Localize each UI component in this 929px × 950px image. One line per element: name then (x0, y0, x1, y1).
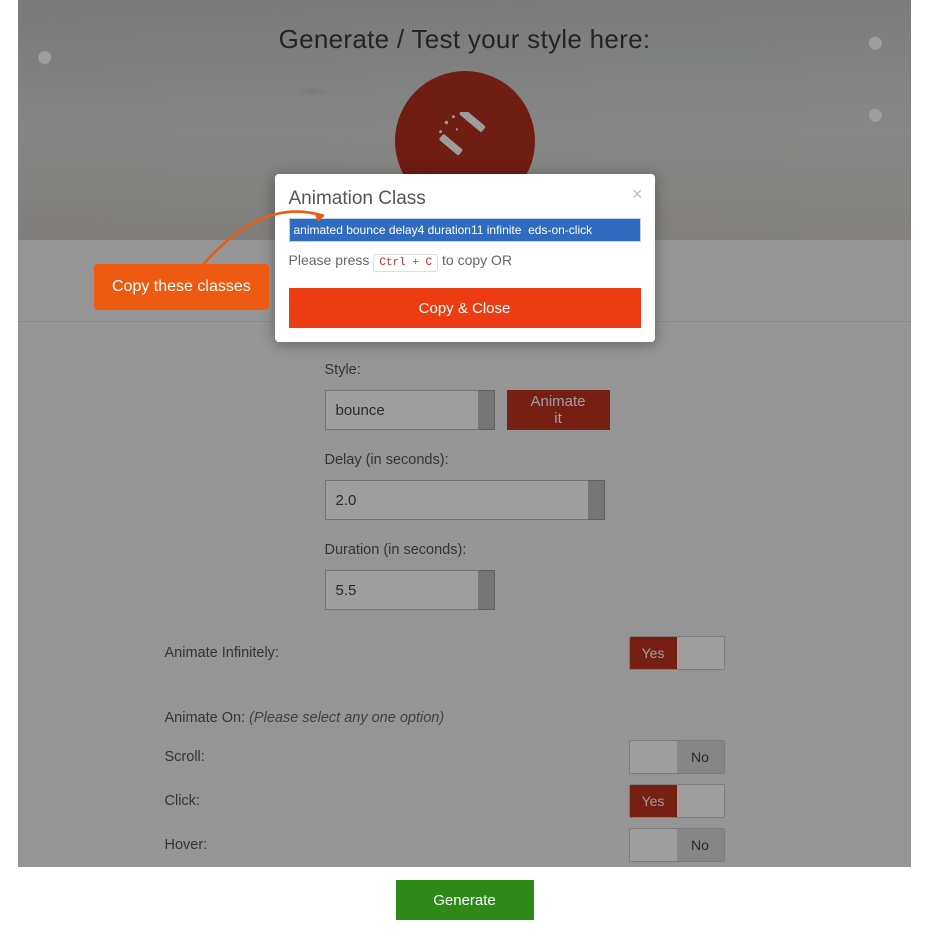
modal-overlay[interactable] (18, 0, 911, 867)
animation-class-modal: × Animation Class Please press Ctrl + C … (275, 174, 655, 342)
modal-title: Animation Class (289, 188, 641, 210)
copy-hint: Please press Ctrl + C to copy OR (289, 252, 641, 272)
generate-button[interactable]: Generate (396, 880, 534, 920)
copy-and-close-button[interactable]: Copy & Close (289, 288, 641, 328)
close-icon[interactable]: × (632, 184, 643, 205)
kbd-shortcut: Ctrl + C (373, 254, 438, 272)
class-string-input[interactable] (289, 218, 641, 242)
annotation-callout: Copy these classes (94, 264, 269, 310)
